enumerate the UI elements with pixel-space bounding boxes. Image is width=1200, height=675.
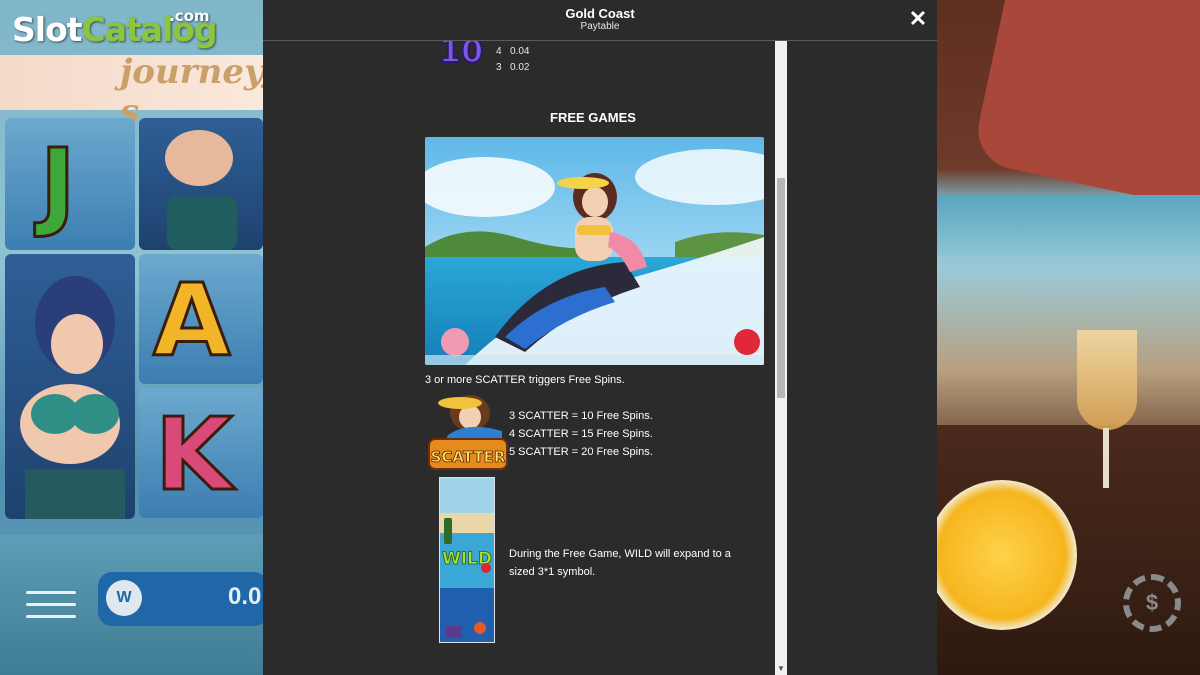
free-games-heading: FREE GAMES bbox=[550, 110, 636, 125]
payout-row: 3 0.02 bbox=[496, 62, 530, 73]
settings-sliders-icon bbox=[26, 582, 76, 622]
free-games-illustration bbox=[425, 137, 764, 365]
paytable-side-area bbox=[788, 40, 937, 675]
paytable-content[interactable]: 10 4 0.04 3 0.02 FREE GAMES 3 or more SC… bbox=[263, 40, 788, 675]
cocktail-glass bbox=[1077, 330, 1137, 430]
reel-symbol-k: K bbox=[154, 395, 234, 515]
cocktail-stem bbox=[1103, 428, 1109, 488]
reel-symbol-a: A bbox=[151, 261, 231, 381]
beach-umbrella bbox=[970, 0, 1200, 215]
game-title: Gold Coast bbox=[565, 6, 635, 21]
svg-text:SCATTER: SCATTER bbox=[431, 448, 506, 466]
close-icon[interactable]: ✕ bbox=[906, 7, 930, 31]
scatter-rule: 4 SCATTER = 15 Free Spins. bbox=[509, 428, 653, 440]
wild-expanded-symbol: WILD bbox=[439, 477, 495, 643]
scatter-symbol-icon: SCATTER bbox=[428, 395, 508, 470]
free-spins-trigger-text: 3 or more SCATTER triggers Free Spins. bbox=[425, 374, 625, 386]
reel-cell: K bbox=[139, 388, 263, 518]
wild-expand-text-line1: During the Free Game, WILD will expand t… bbox=[509, 548, 731, 560]
paytable-subtitle: Paytable bbox=[580, 21, 620, 32]
payout-row: 4 0.04 bbox=[496, 46, 530, 57]
scatter-rule: 3 SCATTER = 10 Free Spins. bbox=[509, 410, 653, 422]
reel-cell bbox=[139, 118, 263, 250]
reel-cell bbox=[5, 254, 135, 519]
paytable-panel: Gold Coast Paytable ✕ 10 4 0.04 3 0.02 FRE… bbox=[263, 0, 937, 675]
paytable-scrollbar[interactable]: ▼ bbox=[775, 40, 787, 675]
reel-cell: J bbox=[5, 118, 135, 250]
svg-text:10: 10 bbox=[439, 40, 484, 70]
slotcatalog-logo: SlotCatalog .com bbox=[12, 7, 218, 49]
wild-expand-text-line2: sized 3*1 symbol. bbox=[509, 566, 596, 578]
balance-value: 0.0 bbox=[228, 583, 262, 610]
scroll-down-arrow-icon[interactable]: ▼ bbox=[775, 663, 787, 675]
scrollbar-thumb[interactable] bbox=[777, 178, 785, 398]
character-symbol bbox=[165, 130, 237, 250]
sea-strip bbox=[937, 195, 1200, 255]
game-background-right: $ bbox=[937, 0, 1200, 675]
coin-icon: W bbox=[106, 580, 142, 616]
paytable-header: Gold Coast Paytable ✕ bbox=[263, 0, 937, 41]
reel-symbol-j: J bbox=[39, 127, 78, 242]
ten-symbol-icon: 10 bbox=[438, 40, 485, 71]
character-symbol bbox=[20, 276, 125, 519]
dollar-chip-icon[interactable]: $ bbox=[1123, 574, 1181, 632]
scatter-rule: 5 SCATTER = 20 Free Spins. bbox=[509, 446, 653, 458]
reel-cell: A bbox=[139, 254, 263, 384]
game-background-left: journey, s J A K W 0.0 bbox=[0, 0, 263, 675]
